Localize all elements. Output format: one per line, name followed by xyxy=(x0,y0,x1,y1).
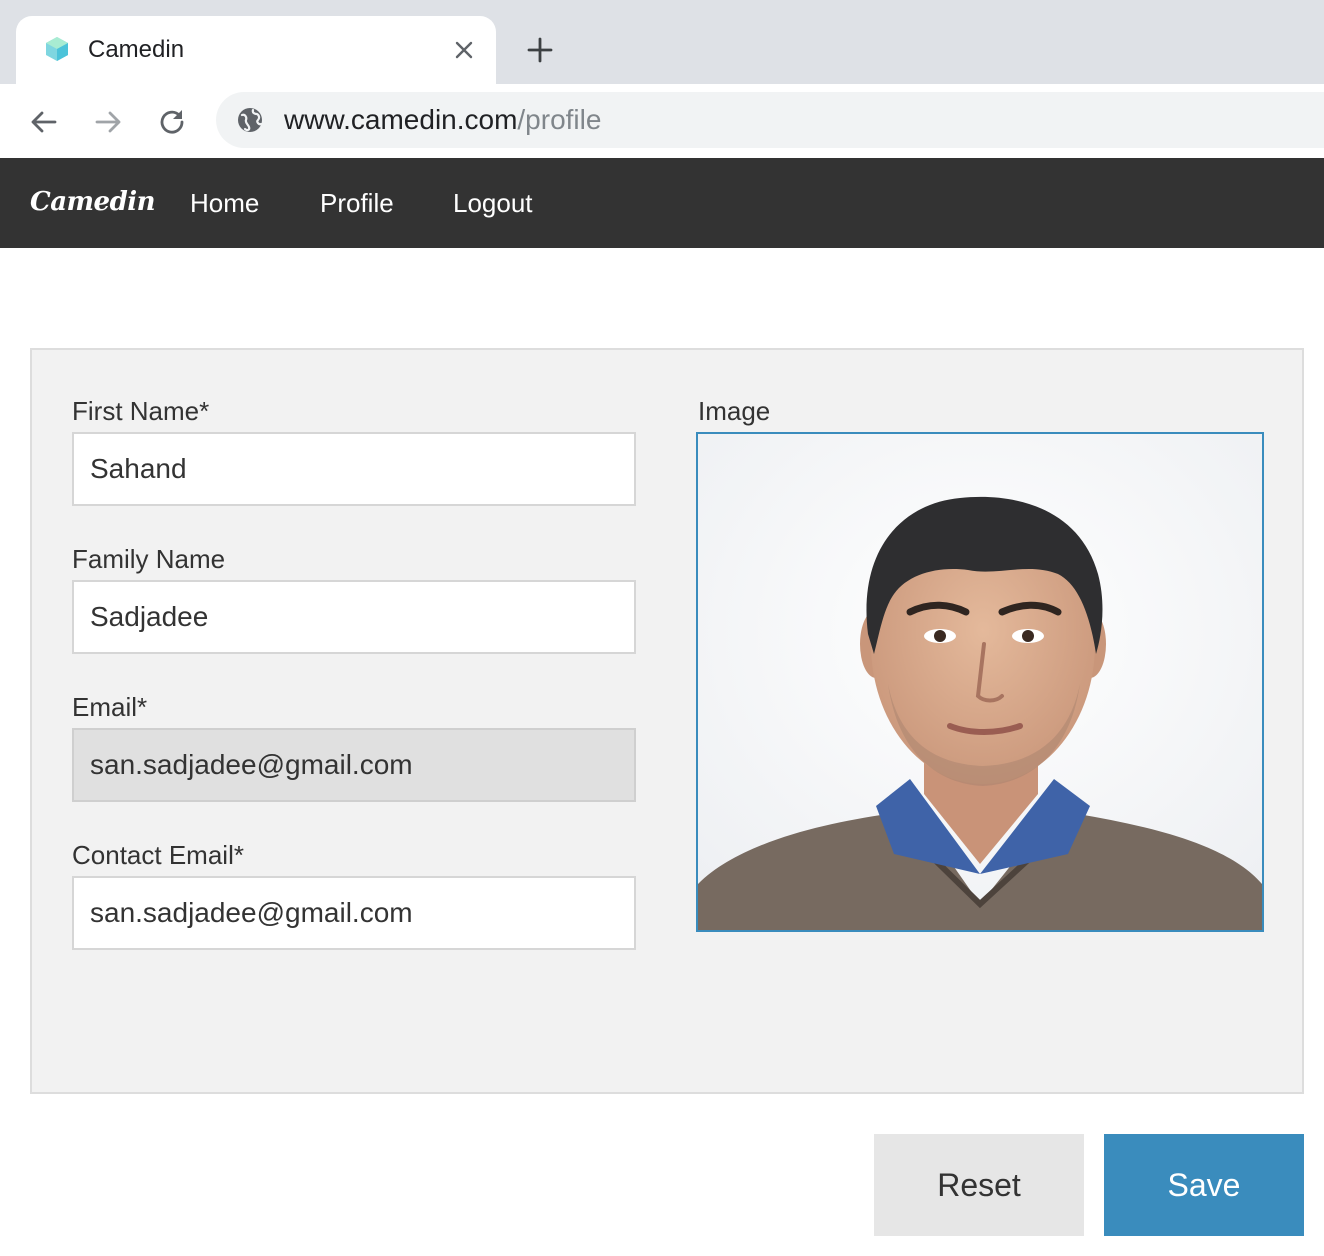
image-label: Image xyxy=(698,396,771,426)
close-icon[interactable] xyxy=(450,36,478,64)
browser-toolbar: www.camedin.com/profile xyxy=(0,84,1324,158)
profile-image[interactable] xyxy=(696,432,1264,932)
family-name-label: Family Name xyxy=(72,544,226,574)
email-label: Email* xyxy=(72,692,148,722)
url-domain: www.camedin.com xyxy=(284,104,518,135)
contact-email-label: Contact Email* xyxy=(72,840,244,870)
first-name-label: First Name* xyxy=(72,396,210,426)
family-name-input[interactable] xyxy=(72,580,636,654)
reload-icon[interactable] xyxy=(152,102,192,142)
brand-logo[interactable]: Camedin xyxy=(30,184,156,220)
nav-link-logout[interactable]: Logout xyxy=(453,188,533,218)
url-path: /profile xyxy=(517,104,602,135)
save-button[interactable]: Save xyxy=(1104,1134,1304,1236)
reset-button[interactable]: Reset xyxy=(874,1134,1084,1236)
browser-tab[interactable]: Camedin xyxy=(16,16,496,84)
globe-icon[interactable] xyxy=(236,106,264,134)
nav-link-profile[interactable]: Profile xyxy=(320,188,394,218)
arrow-right-icon[interactable] xyxy=(88,102,128,142)
address-bar[interactable]: www.camedin.com/profile xyxy=(216,92,1324,148)
url-text: www.camedin.com/profile xyxy=(284,105,601,135)
nav-link-home[interactable]: Home xyxy=(190,188,259,218)
hexagon-favicon-icon xyxy=(46,37,68,61)
profile-form-panel: First Name* Family Name Email* Contact E… xyxy=(30,348,1304,1094)
site-navbar: Camedin Home Profile Logout xyxy=(0,158,1324,248)
browser-tabstrip: Camedin xyxy=(0,0,1324,84)
arrow-left-icon[interactable] xyxy=(24,102,64,142)
profile-photo-illustration xyxy=(698,434,1262,930)
tab-title: Camedin xyxy=(88,36,185,63)
first-name-input[interactable] xyxy=(72,432,636,506)
plus-icon[interactable] xyxy=(522,32,558,68)
email-input xyxy=(72,728,636,802)
contact-email-input[interactable] xyxy=(72,876,636,950)
